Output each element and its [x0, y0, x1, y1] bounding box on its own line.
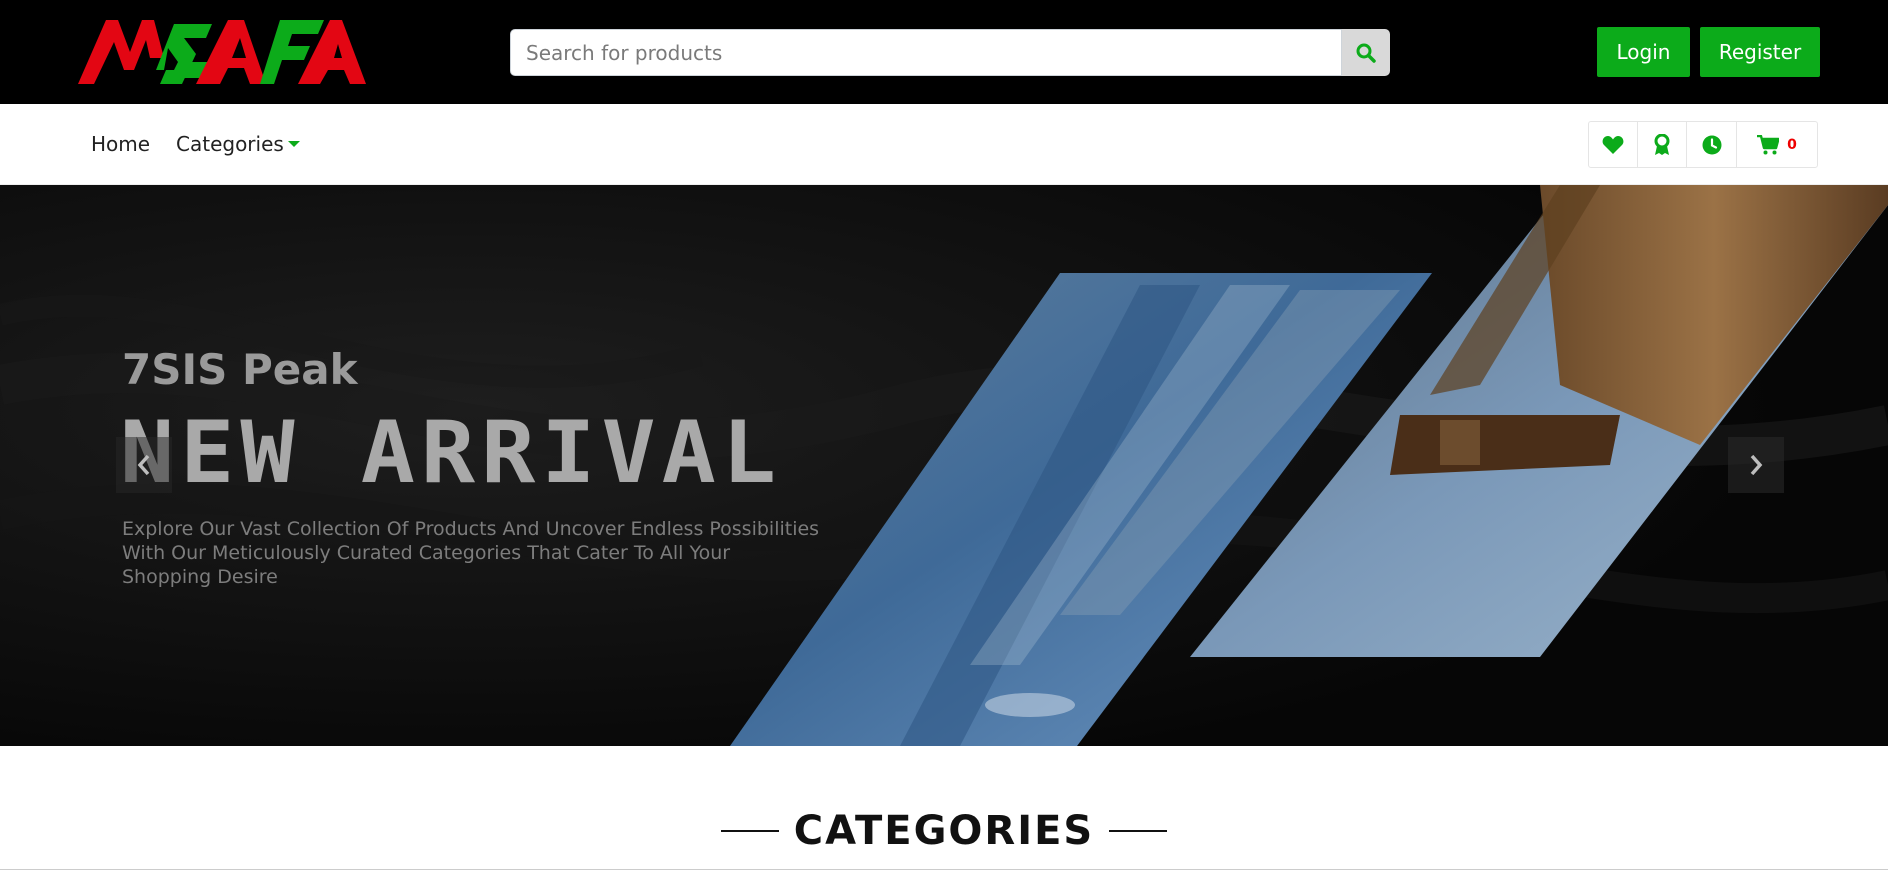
search-input[interactable] [510, 29, 1342, 76]
cart-button[interactable]: 0 [1737, 122, 1817, 167]
search-bar [510, 29, 1390, 76]
award-icon [1654, 133, 1670, 155]
nav-categories-label: Categories [176, 132, 284, 156]
login-button[interactable]: Login [1597, 27, 1690, 77]
clock-icon [1702, 135, 1721, 154]
heart-icon [1602, 135, 1624, 154]
search-icon [1356, 43, 1376, 63]
carousel-next-button[interactable] [1728, 437, 1784, 493]
nav-categories-dropdown[interactable]: Categories [176, 132, 300, 156]
history-button[interactable] [1687, 122, 1737, 167]
categories-title: CATEGORIES [793, 808, 1095, 854]
chevron-left-icon [137, 454, 150, 476]
brand-logo[interactable] [78, 18, 366, 86]
cart-count-badge: 0 [1787, 136, 1797, 153]
nav-home-link[interactable]: Home [91, 132, 150, 156]
cart-icon [1757, 134, 1780, 154]
heading-divider-right [1109, 830, 1168, 832]
hero-banner: 7SIS Peak NEW ARRIVAL Explore Our Vast C… [0, 185, 1888, 746]
banner-title: NEW ARRIVAL [120, 403, 783, 503]
page-divider [0, 869, 1888, 870]
carousel-prev-button[interactable] [116, 437, 172, 493]
rewards-button[interactable] [1638, 122, 1687, 167]
banner-subtitle: 7SIS Peak [122, 345, 358, 394]
wishlist-button[interactable] [1589, 122, 1638, 167]
chevron-down-icon [287, 141, 300, 147]
banner-description: Explore Our Vast Collection Of Products … [122, 518, 820, 588]
user-actions-group: 0 [1588, 121, 1818, 168]
heading-divider-left [720, 830, 779, 832]
register-button[interactable]: Register [1700, 27, 1820, 77]
top-header: Login Register [0, 0, 1888, 104]
search-button[interactable] [1342, 29, 1390, 76]
categories-section-heading: CATEGORIES [0, 808, 1888, 872]
chevron-right-icon [1750, 454, 1763, 476]
